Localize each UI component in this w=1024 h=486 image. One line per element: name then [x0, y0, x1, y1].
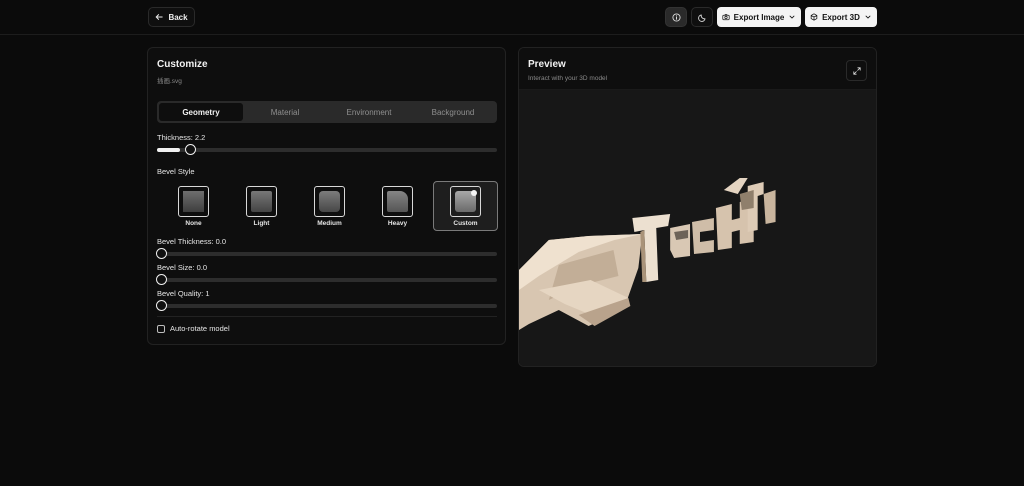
thickness-slider[interactable]	[157, 144, 497, 155]
export-3d-label: Export 3D	[822, 12, 860, 22]
info-button[interactable]	[665, 7, 687, 27]
bevel-option-custom[interactable]: Custom	[433, 181, 498, 231]
moon-icon	[697, 14, 705, 22]
tab-material[interactable]: Material	[243, 103, 327, 121]
export-image-label: Export Image	[733, 12, 785, 22]
arrow-left-icon	[155, 14, 164, 20]
divider	[157, 316, 497, 317]
file-name: 插画.svg	[157, 78, 182, 85]
expand-icon	[852, 66, 861, 75]
bevel-quality-slider[interactable]	[156, 300, 497, 311]
auto-rotate-label: Auto-rotate model	[170, 324, 230, 333]
bevel-option-label: Light	[253, 220, 270, 227]
tab-bar: Geometry Material Environment Background	[157, 101, 497, 123]
bevel-size-slider-thumb[interactable]	[156, 274, 167, 285]
bevel-style-options: None Light Medium Heavy Custom	[161, 181, 498, 231]
bevel-quality-label: Bevel Quality: 1	[157, 289, 210, 298]
preview-panel: Preview Interact with your 3D model	[518, 47, 877, 367]
bevel-option-label: Medium	[317, 220, 342, 227]
chevron-down-icon	[789, 15, 795, 19]
tab-environment[interactable]: Environment	[327, 103, 411, 121]
bevel-size-slider[interactable]	[156, 274, 497, 285]
preview-title: Preview	[528, 59, 566, 70]
export-image-button[interactable]: Export Image	[717, 7, 801, 27]
3d-model-render	[519, 178, 776, 330]
camera-icon	[722, 14, 730, 21]
bevel-medium-icon	[314, 186, 345, 217]
thickness-slider-fill	[157, 148, 180, 152]
customize-title: Customize	[157, 59, 208, 70]
cube-icon	[810, 13, 818, 21]
bevel-option-label: None	[185, 220, 202, 227]
back-button[interactable]: Back	[148, 7, 195, 27]
bevel-thickness-slider[interactable]	[156, 248, 497, 259]
back-label: Back	[168, 12, 188, 22]
bevel-custom-icon	[450, 186, 481, 217]
thickness-label: Thickness: 2.2	[157, 133, 206, 142]
top-bar: Back Export Image Export 3D	[0, 0, 1024, 35]
bevel-thickness-label: Bevel Thickness: 0.0	[157, 237, 227, 246]
bevel-option-label: Heavy	[387, 220, 408, 227]
bevel-option-light[interactable]: Light	[229, 181, 294, 231]
bevel-option-medium[interactable]: Medium	[297, 181, 362, 231]
info-icon	[671, 12, 681, 22]
auto-rotate-checkbox[interactable]	[157, 324, 165, 333]
thickness-slider-thumb[interactable]	[185, 144, 196, 155]
bevel-thickness-slider-thumb[interactable]	[156, 248, 167, 259]
3d-viewport[interactable]	[519, 90, 876, 366]
bevel-option-heavy[interactable]: Heavy	[365, 181, 430, 231]
customize-panel: Customize 插画.svg Geometry Material Envir…	[147, 47, 506, 345]
theme-toggle-button[interactable]	[691, 7, 713, 27]
bevel-quality-slider-thumb[interactable]	[156, 300, 167, 311]
preview-subtitle: Interact with your 3D model	[528, 75, 608, 82]
chevron-down-icon	[865, 15, 871, 19]
auto-rotate-option[interactable]: Auto-rotate model	[157, 324, 230, 333]
bevel-light-icon	[246, 186, 277, 217]
fullscreen-button[interactable]	[846, 60, 867, 81]
bevel-option-label: Custom	[453, 220, 478, 227]
bevel-heavy-icon	[382, 186, 413, 217]
tab-background[interactable]: Background	[411, 103, 495, 121]
bevel-size-label: Bevel Size: 0.0	[157, 263, 208, 272]
bevel-option-none[interactable]: None	[161, 181, 226, 231]
bevel-none-icon	[178, 186, 209, 217]
preview-header: Preview Interact with your 3D model	[519, 48, 876, 90]
tab-geometry[interactable]: Geometry	[159, 103, 243, 121]
bevel-style-label: Bevel Style	[157, 167, 195, 176]
export-3d-button[interactable]: Export 3D	[805, 7, 877, 27]
